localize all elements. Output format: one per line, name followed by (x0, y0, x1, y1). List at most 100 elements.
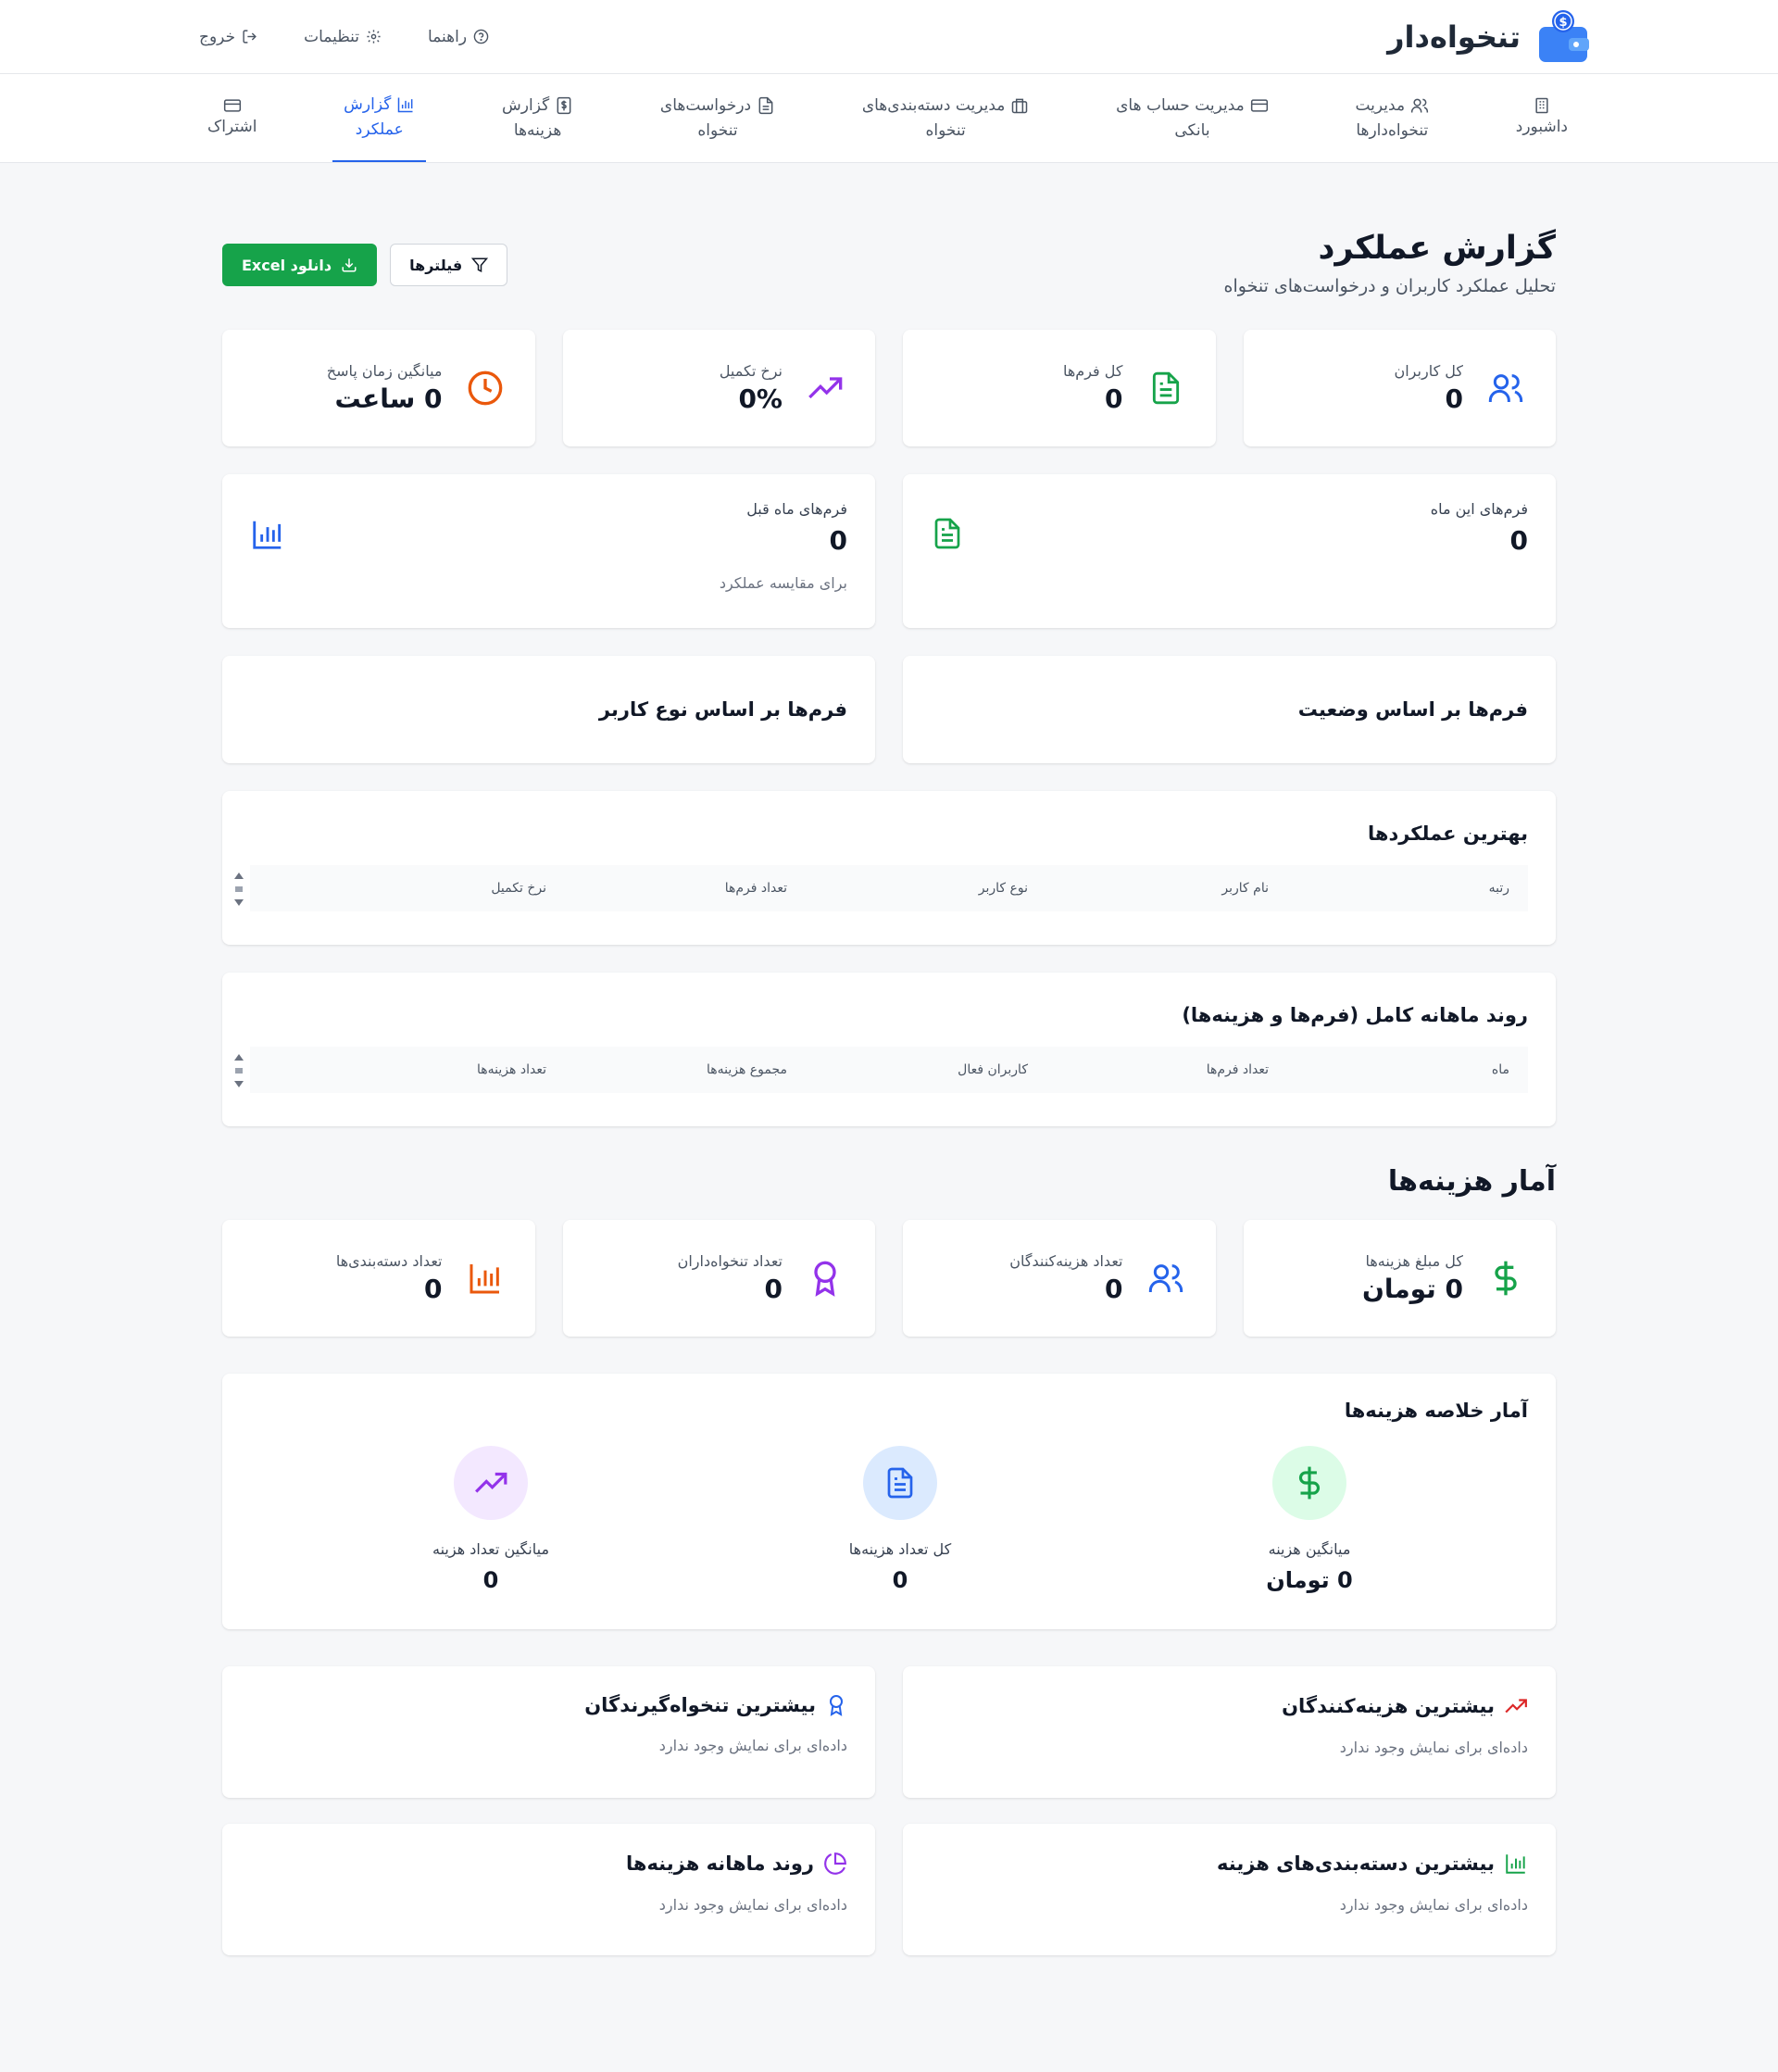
column-header[interactable]: کاربران فعال (787, 1062, 1028, 1077)
tab-subscription-label: اشتراک (207, 118, 257, 136)
column-header[interactable]: رتبه (1269, 881, 1509, 896)
bar-chart-icon (1504, 1852, 1528, 1876)
stat-label: تعداد هزینه‌کنندگان (1009, 1252, 1123, 1270)
download-icon (341, 257, 357, 273)
empty-state: داده‌ای برای نمایش وجود ندارد (658, 1896, 847, 1914)
tab-bank-label-2: بانکی (1174, 120, 1210, 140)
dollar-icon (1272, 1446, 1346, 1520)
top-performers-card: بهترین عملکردها رتبه نام کاربر نوع کاربر… (222, 791, 1556, 945)
stat-value: 0 ساعت (334, 383, 443, 414)
column-header[interactable]: نام کاربر (1028, 881, 1269, 896)
top-receivers-card: بیشترین تنخواه‌گیرندگان داده‌ای برای نما… (222, 1666, 875, 1798)
receipt-dollar-icon (555, 96, 573, 115)
pie-chart-icon (823, 1852, 847, 1876)
download-excel-button[interactable]: دانلود Excel (222, 244, 378, 286)
credit-card-icon (1250, 96, 1269, 115)
settings-label: تنظیمات (304, 27, 360, 46)
award-icon (825, 1694, 847, 1716)
summary-average-expense-count: میانگین تعداد هزینه 0 (417, 1446, 565, 1593)
tab-performance-label-2: عملکرد (355, 119, 404, 139)
dollar-icon (1485, 1258, 1526, 1299)
column-header[interactable]: ماه (1269, 1062, 1509, 1077)
this-month-card: فرم‌های این ماه 0 (903, 474, 1556, 628)
summary-label: میانگین تعداد هزینه (432, 1540, 550, 1558)
stat-label: تعداد تنخواه‌داران (677, 1252, 783, 1270)
bar-chart-icon (465, 1258, 506, 1299)
stat-label: تعداد دسته‌بندی‌ها (335, 1252, 443, 1270)
logout-label: خروج (199, 27, 236, 46)
tab-subscription[interactable]: اشتراک (196, 74, 268, 162)
tab-petty-cash-holders[interactable]: مدیریت تنخواه‌دارها (1344, 74, 1440, 162)
logout-link[interactable]: خروج (199, 28, 257, 46)
monthly-trend-card: روند ماهانه کامل (فرم‌ها و هزینه‌ها) ماه… (222, 973, 1556, 1126)
page-subtitle: تحلیل عملکرد کاربران و درخواست‌های تنخوا… (1223, 276, 1556, 296)
tab-dashboard[interactable]: داشبورد (1505, 74, 1579, 162)
column-header[interactable]: تعداد هزینه‌ها (306, 1062, 546, 1077)
empty-state: داده‌ای برای نمایش وجود ندارد (1339, 1739, 1528, 1756)
summary-label: میانگین هزینه (1268, 1540, 1351, 1558)
monthly-expenses-card: روند ماهانه هزینه‌ها داده‌ای برای نمایش … (222, 1824, 875, 1955)
users-icon (1485, 368, 1526, 408)
monthly-expenses-title: روند ماهانه هزینه‌ها (626, 1852, 814, 1875)
last-month-value: 0 (829, 525, 847, 556)
last-month-note: برای مقایسه عملکرد (719, 574, 847, 592)
top-lists-row-2: بیشترین دسته‌بندی‌های هزینه داده‌ای برای… (222, 1824, 1556, 1955)
tab-requests-label-1: درخواست‌های (659, 95, 752, 115)
stat-card-total-forms: کل فرم‌ها 0 (903, 330, 1216, 446)
svg-text:$: $ (1559, 16, 1567, 30)
tab-performance-report[interactable]: گزارش عملکرد (332, 74, 427, 162)
breakdown-row: فرم‌ها بر اساس وضعیت فرم‌ها بر اساس نوع … (222, 656, 1556, 763)
column-header[interactable]: نوع کاربر (787, 881, 1028, 896)
file-text-icon (1146, 368, 1186, 408)
monthly-trend-title: روند ماهانه کامل (فرم‌ها و هزینه‌ها) (1182, 1004, 1528, 1026)
tab-expense-report[interactable]: گزارش هزینه‌ها (491, 74, 584, 162)
scroll-arrows-icon[interactable] (233, 1052, 244, 1089)
column-header[interactable]: مجموع هزینه‌ها (546, 1062, 787, 1077)
top-lists-row-1: بیشترین هزینه‌کنندگان داده‌ای برای نمایش… (222, 1666, 1556, 1798)
stat-value: 0 (764, 1274, 783, 1304)
tab-bank-label-1: مدیریت حساب های (1116, 95, 1245, 115)
scroll-arrows-icon[interactable] (233, 871, 244, 908)
column-header[interactable]: تعداد فرم‌ها (1028, 1062, 1269, 1077)
tab-holders-label-2: تنخواه‌دارها (1356, 120, 1429, 140)
column-header[interactable]: تعداد فرم‌ها (546, 881, 787, 896)
users-icon (1146, 1258, 1186, 1299)
last-month-card: فرم‌های ماه قبل 0 برای مقایسه عملکرد (222, 474, 875, 628)
top-bar: $ تنخواه‌دار راهنما تنظیمات خروج (0, 0, 1778, 74)
forms-by-status-title: فرم‌ها بر اساس وضعیت (1297, 698, 1528, 721)
gear-icon (366, 29, 382, 44)
file-icon (757, 96, 775, 115)
wallet-logo-icon: $ (1535, 8, 1593, 66)
building-icon (1533, 96, 1551, 115)
main-content: گزارش عملکرد تحلیل عملکرد کاربران و درخو… (0, 230, 1778, 1955)
table-header: رتبه نام کاربر نوع کاربر تعداد فرم‌ها نر… (234, 865, 1528, 911)
stat-value: 0 (1445, 383, 1463, 414)
tab-categories-label-2: تنخواه (925, 120, 966, 140)
page-header: گزارش عملکرد تحلیل عملکرد کاربران و درخو… (222, 230, 1556, 330)
users-icon (1410, 96, 1429, 115)
expense-summary-title: آمار خلاصه هزینه‌ها (1344, 1400, 1528, 1422)
tab-holders-label-1: مدیریت (1355, 95, 1406, 115)
bar-chart-icon (250, 517, 285, 602)
page-title: گزارش عملکرد (1318, 230, 1556, 267)
this-month-label: فرم‌های این ماه (1430, 500, 1528, 518)
column-header[interactable]: نرخ تکمیل (306, 881, 546, 896)
summary-value: 0 (892, 1567, 908, 1593)
tab-bank-accounts[interactable]: مدیریت حساب های بانکی (1105, 74, 1280, 162)
help-link[interactable]: راهنما (428, 28, 489, 46)
forms-by-user-type-title: فرم‌ها بر اساس نوع کاربر (598, 698, 847, 721)
help-label: راهنما (428, 27, 468, 46)
tab-categories[interactable]: مدیریت دسته‌بندی‌های تنخواه (851, 74, 1041, 162)
stat-card-response-time: میانگین زمان پاسخ 0 ساعت (222, 330, 535, 446)
filters-button[interactable]: فیلترها (390, 244, 508, 286)
brand-title: تنخواه‌دار (1387, 19, 1521, 55)
tab-requests[interactable]: درخواست‌های تنخواه (649, 74, 786, 162)
brand[interactable]: $ تنخواه‌دار (1387, 8, 1593, 66)
settings-link[interactable]: تنظیمات (304, 28, 382, 46)
card-icon (223, 96, 242, 115)
top-spenders-title: بیشترین هزینه‌کنندگان (1282, 1695, 1495, 1717)
bar-chart-icon (396, 95, 415, 114)
expense-stats-heading: آمار هزینه‌ها (1387, 1165, 1556, 1198)
clock-icon (465, 368, 506, 408)
help-circle-icon (473, 29, 489, 44)
